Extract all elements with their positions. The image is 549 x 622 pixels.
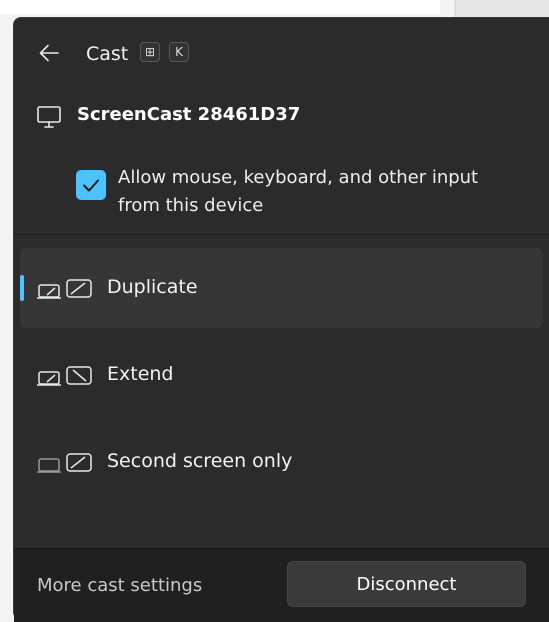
cast-footer: More cast settings Disconnect xyxy=(14,548,549,622)
extend-icon xyxy=(37,366,92,386)
duplicate-icon xyxy=(37,279,92,299)
cast-header: Cast ⊞ K xyxy=(14,18,549,90)
selection-indicator xyxy=(20,275,24,301)
mode-option-extend[interactable]: Extend xyxy=(20,335,543,415)
monitor-icon xyxy=(37,106,61,128)
mode-label-extend: Extend xyxy=(107,363,174,385)
background-window xyxy=(0,0,440,14)
second-screen-only-icon xyxy=(37,453,92,473)
mode-label-second-screen-only: Second screen only xyxy=(107,450,293,472)
mode-option-duplicate[interactable]: Duplicate xyxy=(20,248,543,328)
allow-input-label: Allow mouse, keyboard, and other input f… xyxy=(118,167,479,216)
page-title: Cast xyxy=(86,43,129,65)
cast-flyout: Cast ⊞ K ScreenCast 28461D37 Allow mouse… xyxy=(13,17,549,622)
divider xyxy=(14,234,549,235)
shortcut-key-k: K xyxy=(169,42,189,62)
allow-input-checkbox[interactable] xyxy=(76,170,106,200)
more-cast-settings-link[interactable]: More cast settings xyxy=(37,575,202,596)
connected-device: ScreenCast 28461D37 xyxy=(14,96,549,136)
mode-label-duplicate: Duplicate xyxy=(107,276,198,298)
back-button[interactable] xyxy=(34,38,64,68)
mode-option-second-screen-only[interactable]: Second screen only xyxy=(20,422,543,502)
device-name: ScreenCast 28461D37 xyxy=(77,104,301,125)
disconnect-button[interactable]: Disconnect xyxy=(287,561,526,607)
back-arrow-icon xyxy=(39,44,59,62)
windows-key-icon: ⊞ xyxy=(140,42,160,62)
checkmark-icon xyxy=(83,179,99,192)
